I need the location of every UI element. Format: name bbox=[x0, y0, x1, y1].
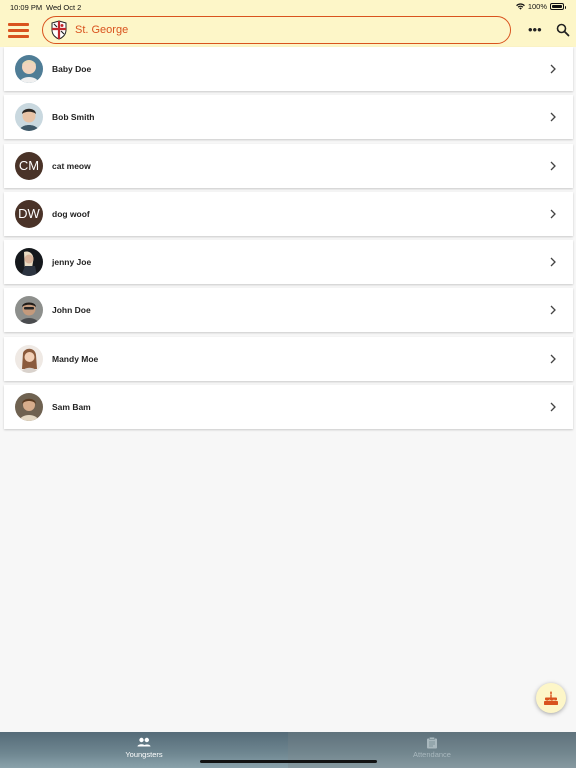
list-item-john-doe[interactable]: John Doe bbox=[4, 288, 573, 333]
status-date: Wed Oct 2 bbox=[46, 3, 82, 12]
home-indicator bbox=[200, 760, 377, 763]
chevron-right-icon bbox=[550, 112, 556, 122]
list-item-cat-meow[interactable]: CM cat meow bbox=[4, 143, 573, 188]
list-item-jenny-joe[interactable]: jenny Joe bbox=[4, 240, 573, 285]
chevron-right-icon bbox=[550, 257, 556, 267]
search-icon[interactable] bbox=[556, 23, 570, 37]
hamburger-menu-icon[interactable] bbox=[8, 22, 29, 38]
avatar-photo bbox=[15, 248, 43, 277]
youngsters-list: Baby Doe Bob Smith CM cat meow DW dog wo… bbox=[4, 47, 573, 433]
chevron-right-icon bbox=[550, 306, 556, 315]
school-selector[interactable]: St. George bbox=[42, 16, 511, 44]
avatar-photo bbox=[15, 103, 43, 132]
chevron-right-icon bbox=[550, 354, 556, 364]
youngster-name: dog woof bbox=[52, 208, 90, 219]
youngster-name: Sam Bam bbox=[52, 402, 91, 413]
youngster-name: John Doe bbox=[52, 305, 91, 316]
avatar-initials: CM bbox=[15, 151, 43, 180]
list-item-bob-smith[interactable]: Bob Smith bbox=[4, 95, 573, 140]
tab-youngsters-label: Youngsters bbox=[125, 750, 163, 759]
avatar-photo bbox=[15, 393, 43, 422]
list-item-mandy-moe[interactable]: Mandy Moe bbox=[4, 336, 573, 381]
chevron-right-icon bbox=[550, 161, 556, 171]
avatar-photo bbox=[15, 296, 43, 325]
status-right: 100% bbox=[515, 2, 566, 11]
tab-attendance-label: Attendance bbox=[413, 750, 451, 759]
status-bar: 10:09 PM Wed Oct 2 100% bbox=[0, 0, 576, 14]
list-item-sam-bam[interactable]: Sam Bam bbox=[4, 385, 573, 430]
status-time: 10:09 PM bbox=[10, 3, 43, 12]
chevron-right-icon bbox=[550, 64, 556, 74]
avatar-photo bbox=[15, 344, 43, 373]
youngster-name: Mandy Moe bbox=[52, 353, 99, 364]
youngster-name: cat meow bbox=[52, 160, 91, 171]
wifi-icon bbox=[515, 3, 525, 10]
youngster-name: Bob Smith bbox=[52, 112, 95, 123]
battery-percent: 100% bbox=[527, 2, 547, 11]
list-item-dog-woof[interactable]: DW dog woof bbox=[4, 191, 573, 236]
avatar-photo bbox=[15, 55, 43, 83]
list-item-baby-doe[interactable]: Baby Doe bbox=[4, 47, 573, 91]
birthday-fab[interactable] bbox=[536, 683, 566, 713]
school-name: St. George bbox=[75, 24, 129, 36]
birthday-cake-icon bbox=[544, 691, 558, 705]
chevron-right-icon bbox=[550, 402, 556, 412]
more-options-icon[interactable]: ••• bbox=[528, 23, 542, 36]
battery-icon bbox=[550, 3, 566, 10]
avatar-initials: DW bbox=[15, 199, 43, 228]
people-icon bbox=[137, 737, 151, 747]
youngster-name: jenny Joe bbox=[52, 257, 92, 268]
chevron-right-icon bbox=[550, 209, 556, 219]
app-header: St. George ••• bbox=[0, 14, 576, 47]
youngster-name: Baby Doe bbox=[52, 64, 92, 74]
school-crest-icon bbox=[51, 20, 67, 40]
clipboard-icon bbox=[427, 737, 437, 749]
